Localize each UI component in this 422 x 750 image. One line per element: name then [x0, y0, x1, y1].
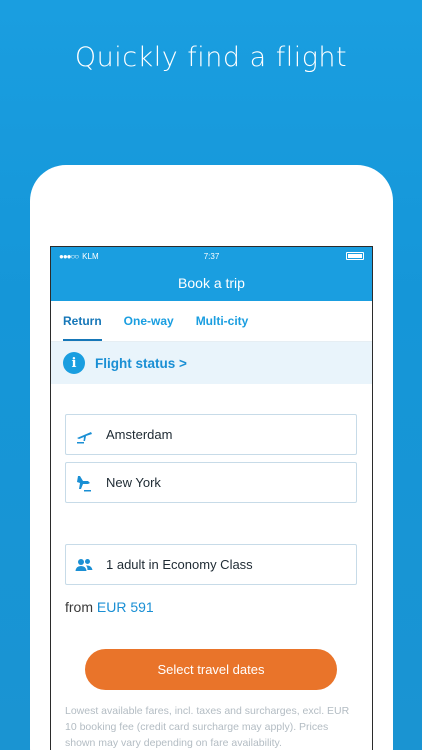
price-amount: EUR 591 [96, 599, 154, 615]
page-title: Book a trip [178, 275, 245, 291]
price-prefix: from [65, 599, 93, 615]
origin-value: Amsterdam [106, 427, 173, 442]
nav-bar: Book a trip [51, 265, 372, 301]
takeoff-icon [74, 425, 94, 445]
trip-type-tabs: Return One-way Multi-city [51, 301, 372, 342]
app-screen: ●●●○○ KLM 7:37 Book a trip Return One-wa… [50, 246, 373, 750]
passengers-value: 1 adult in Economy Class [106, 557, 253, 572]
fare-disclaimer: Lowest available fares, incl. taxes and … [65, 705, 350, 749]
tab-multi-city[interactable]: Multi-city [196, 301, 249, 341]
promo-headline: Quickly find a flight [74, 42, 348, 73]
tab-one-way[interactable]: One-way [124, 301, 174, 341]
flight-status-label: Flight status > [95, 355, 187, 371]
info-icon: i [63, 352, 85, 374]
passengers-field[interactable]: 1 adult in Economy Class [65, 544, 357, 585]
status-time: 7:37 [203, 251, 220, 261]
tab-return[interactable]: Return [63, 301, 102, 341]
origin-field[interactable]: Amsterdam [65, 414, 357, 455]
landing-icon [74, 473, 94, 493]
price-indicator: from EUR 591 [65, 599, 154, 615]
select-travel-dates-button[interactable]: Select travel dates [85, 649, 337, 690]
cta-label: Select travel dates [157, 662, 265, 677]
status-bar: ●●●○○ KLM 7:37 [51, 247, 372, 265]
destination-value: New York [106, 475, 161, 490]
flight-status-link[interactable]: i Flight status > [51, 342, 372, 384]
destination-field[interactable]: New York [65, 462, 357, 503]
battery-icon [346, 252, 364, 260]
people-icon [74, 555, 94, 575]
